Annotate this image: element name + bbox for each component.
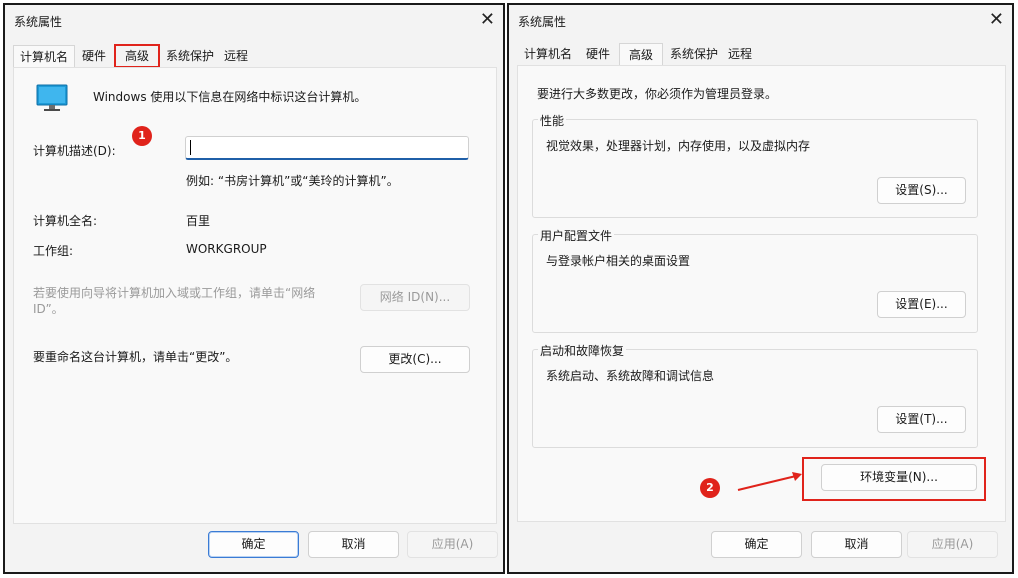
tab-hardware[interactable]: 硬件 xyxy=(581,43,615,65)
tab-remote[interactable]: 远程 xyxy=(723,43,757,65)
tab-hardware[interactable]: 硬件 xyxy=(77,45,111,67)
tab-advanced[interactable]: 高级 xyxy=(619,43,663,66)
performance-group: 性能 视觉效果，处理器计划，内存使用，以及虚拟内存 设置(S)... xyxy=(532,112,978,218)
user-profiles-legend: 用户配置文件 xyxy=(538,227,615,244)
admin-notice: 要进行大多数更改，你必须作为管理员登录。 xyxy=(537,87,778,101)
fullname-label: 计算机全名: xyxy=(33,214,98,228)
workgroup-label: 工作组: xyxy=(33,244,74,258)
title-bar: 系统属性 ✕ xyxy=(509,5,1012,39)
apply-button[interactable]: 应用(A) xyxy=(407,531,498,558)
tab-panel: 要进行大多数更改，你必须作为管理员登录。 性能 视觉效果，处理器计划，内存使用，… xyxy=(517,65,1006,522)
close-icon[interactable]: ✕ xyxy=(480,10,495,30)
user-profiles-settings-button[interactable]: 设置(E)... xyxy=(877,291,966,318)
annotation-badge-2: 2 xyxy=(700,478,720,498)
tab-remote[interactable]: 远程 xyxy=(219,45,253,67)
ok-button[interactable]: 确定 xyxy=(711,531,802,558)
network-id-button[interactable]: 网络 ID(N)... xyxy=(360,284,470,311)
close-icon[interactable]: ✕ xyxy=(989,10,1004,30)
tab-computer-name[interactable]: 计算机名 xyxy=(13,45,75,68)
startup-recovery-legend: 启动和故障恢复 xyxy=(538,342,627,359)
wizard-text-line2: ID”。 xyxy=(33,302,64,316)
title-bar: 系统属性 ✕ xyxy=(5,5,503,39)
cancel-button[interactable]: 取消 xyxy=(811,531,902,558)
tab-system-protection[interactable]: 系统保护 xyxy=(163,45,217,67)
system-properties-dialog-computer-name: 系统属性 ✕ 计算机名 硬件 高级 系统保护 远程 Windows 使用以下信息… xyxy=(3,3,505,574)
computer-description-input[interactable] xyxy=(185,136,469,160)
tab-panel: Windows 使用以下信息在网络中标识这台计算机。 计算机描述(D): 1 例… xyxy=(13,67,497,524)
change-button[interactable]: 更改(C)... xyxy=(360,346,470,373)
apply-button[interactable]: 应用(A) xyxy=(907,531,998,558)
performance-settings-button[interactable]: 设置(S)... xyxy=(877,177,966,204)
annotation-arrow-icon xyxy=(737,472,802,491)
dialog-title: 系统属性 xyxy=(518,15,567,29)
user-profiles-desc: 与登录帐户相关的桌面设置 xyxy=(546,254,691,268)
annotation-badge-1: 1 xyxy=(132,126,152,146)
tab-computer-name[interactable]: 计算机名 xyxy=(517,43,579,65)
performance-desc: 视觉效果，处理器计划，内存使用，以及虚拟内存 xyxy=(546,139,811,153)
startup-recovery-settings-button[interactable]: 设置(T)... xyxy=(877,406,966,433)
workgroup-value: WORKGROUP xyxy=(186,242,267,256)
environment-variables-button[interactable]: 环境变量(N)... xyxy=(821,464,977,491)
rename-text: 要重命名这台计算机，请单击“更改”。 xyxy=(33,350,238,364)
performance-legend: 性能 xyxy=(538,112,567,129)
description-label: 计算机描述(D): xyxy=(33,144,116,158)
intro-text: Windows 使用以下信息在网络中标识这台计算机。 xyxy=(93,90,367,104)
user-profiles-group: 用户配置文件 与登录帐户相关的桌面设置 设置(E)... xyxy=(532,227,978,333)
tab-system-protection[interactable]: 系统保护 xyxy=(667,43,721,65)
dialog-title: 系统属性 xyxy=(14,15,63,29)
startup-recovery-desc: 系统启动、系统故障和调试信息 xyxy=(546,369,715,383)
monitor-icon xyxy=(36,84,68,111)
cancel-button[interactable]: 取消 xyxy=(308,531,399,558)
tab-advanced[interactable]: 高级 xyxy=(114,44,160,68)
description-example: 例如: “书房计算机”或“美玲的计算机”。 xyxy=(186,174,399,188)
fullname-value: 百里 xyxy=(186,214,211,228)
text-caret xyxy=(190,140,191,155)
ok-button[interactable]: 确定 xyxy=(208,531,299,558)
startup-recovery-group: 启动和故障恢复 系统启动、系统故障和调试信息 设置(T)... xyxy=(532,342,978,448)
system-properties-dialog-advanced: 系统属性 ✕ 计算机名 硬件 高级 系统保护 远程 要进行大多数更改，你必须作为… xyxy=(507,3,1014,574)
wizard-text-line1: 若要使用向导将计算机加入域或工作组，请单击“网络 xyxy=(33,286,316,300)
